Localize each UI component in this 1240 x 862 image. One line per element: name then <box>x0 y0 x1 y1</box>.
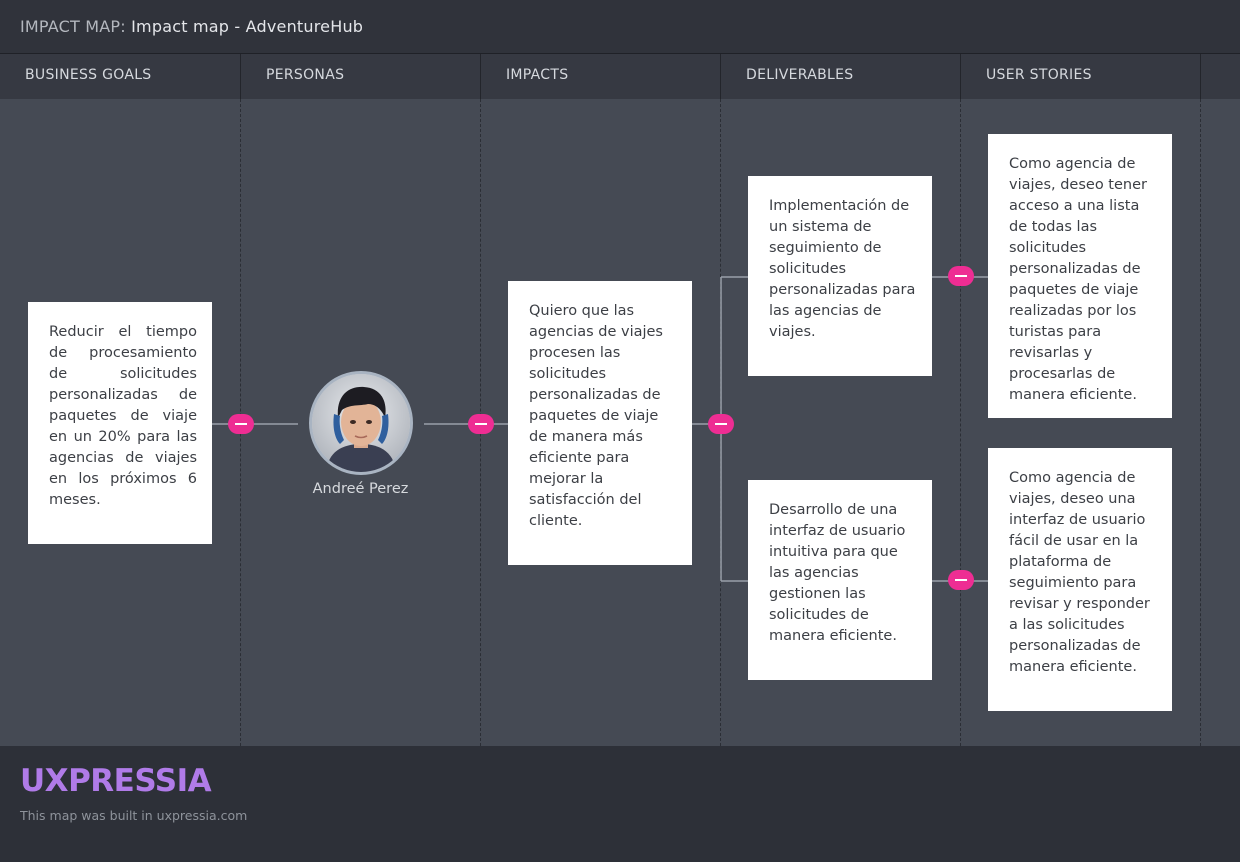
column-header-label: BUSINESS GOALS <box>25 67 152 83</box>
map-header: IMPACT MAP: Impact map - AdventureHub <box>0 0 1240 54</box>
user-story-text: Como agencia de viajes, deseo tener acce… <box>1009 156 1147 403</box>
collapse-minus-icon[interactable] <box>948 570 974 590</box>
collapse-minus-icon[interactable] <box>708 414 734 434</box>
column-header-label: IMPACTS <box>506 67 569 83</box>
user-story-text: Como agencia de viajes, deseo una interf… <box>1009 470 1150 675</box>
business-goal-card[interactable]: Reducir el tiempo de procesamiento de so… <box>28 302 212 544</box>
deliverable-text: Desarrollo de una interfaz de usuario in… <box>769 502 906 644</box>
column-header-deliverables[interactable]: DELIVERABLES <box>721 54 961 99</box>
footer: UXPRESSIA This map was built in uxpressi… <box>0 746 1240 862</box>
impact-text: Quiero que las agencias de viajes proces… <box>529 303 663 529</box>
impact-card[interactable]: Quiero que las agencias de viajes proces… <box>508 281 692 565</box>
column-header-bar: BUSINESS GOALS PERSONAS IMPACTS DELIVERA… <box>0 54 1240 99</box>
user-avatar-photo-icon <box>311 374 410 472</box>
column-header-label: PERSONAS <box>266 67 345 83</box>
uxpressia-logo[interactable]: UXPRESSIA <box>20 763 212 799</box>
persona-card[interactable]: Andreé Perez <box>298 371 423 497</box>
user-story-card[interactable]: Como agencia de viajes, deseo tener acce… <box>988 134 1172 418</box>
deliverable-card[interactable]: Implementación de un sistema de seguimie… <box>748 176 932 376</box>
collapse-minus-icon[interactable] <box>468 414 494 434</box>
map-canvas: Reducir el tiempo de procesamiento de so… <box>0 99 1240 746</box>
column-header-personas[interactable]: PERSONAS <box>241 54 481 99</box>
persona-avatar[interactable] <box>308 371 413 475</box>
map-title-prefix: IMPACT MAP: <box>20 17 126 36</box>
column-header-business-goals[interactable]: BUSINESS GOALS <box>0 54 241 99</box>
map-title: IMPACT MAP: Impact map - AdventureHub <box>20 17 363 36</box>
persona-name: Andreé Perez <box>312 481 409 497</box>
deliverable-text: Implementación de un sistema de seguimie… <box>769 198 916 340</box>
column-header-impacts[interactable]: IMPACTS <box>481 54 721 99</box>
column-header-user-stories[interactable]: USER STORIES <box>961 54 1201 99</box>
map-title-name[interactable]: Impact map - AdventureHub <box>131 17 363 36</box>
deliverable-card[interactable]: Desarrollo de una interfaz de usuario in… <box>748 480 932 680</box>
collapse-minus-icon[interactable] <box>948 266 974 286</box>
collapse-minus-icon[interactable] <box>228 414 254 434</box>
user-story-card[interactable]: Como agencia de viajes, deseo una interf… <box>988 448 1172 711</box>
column-header-label: USER STORIES <box>986 67 1092 83</box>
business-goal-text: Reducir el tiempo de procesamiento de so… <box>49 324 197 508</box>
built-with-text[interactable]: This map was built in uxpressia.com <box>20 808 247 823</box>
column-header-label: DELIVERABLES <box>746 67 854 83</box>
